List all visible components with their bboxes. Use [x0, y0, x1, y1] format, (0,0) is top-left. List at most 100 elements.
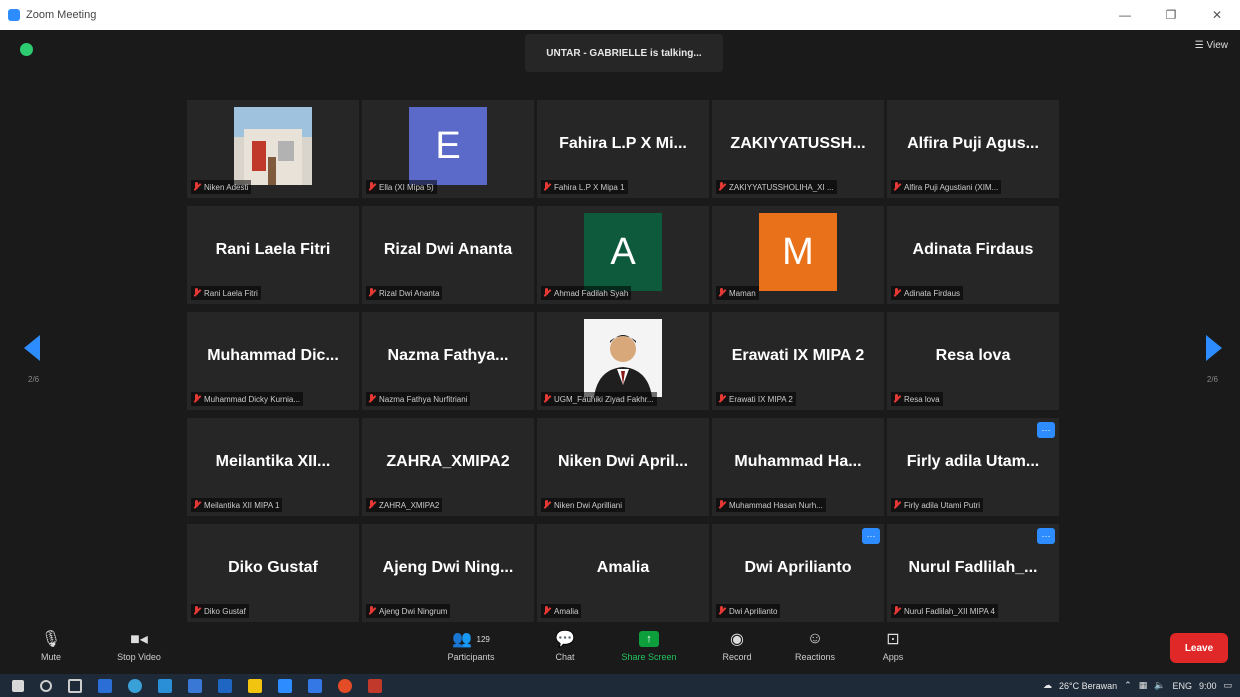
participant-tile[interactable]: Muhammad Ha... Muhammad Hasan Nurh... [712, 418, 884, 516]
speaker-icon[interactable]: 🔈 [1154, 680, 1165, 691]
share-screen-label: Share Screen [621, 652, 677, 662]
muted-microphone-icon [893, 394, 900, 404]
participant-tile[interactable]: Nurul Fadlilah_... ··· Nurul Fadlilah_XII … [887, 524, 1059, 622]
muted-microphone-icon [368, 606, 375, 616]
more-options-icon[interactable]: ··· [1037, 528, 1055, 544]
download-app-icon[interactable] [158, 678, 172, 693]
participant-tile[interactable]: Rani Laela Fitri Rani Laela Fitri [187, 206, 359, 304]
participant-tile[interactable]: Dwi Aprilianto ··· Dwi Aprilianto [712, 524, 884, 622]
participant-name-text: UGM_Fauhiki Ziyad Fakhr... [554, 394, 654, 404]
record-button[interactable]: ◉ Record [700, 626, 774, 670]
participant-name-label: Ahmad Fadilah Syah [541, 286, 632, 300]
tray-chevron-icon[interactable]: ⌃ [1124, 680, 1132, 691]
chrome-browser-icon[interactable] [338, 678, 352, 693]
participant-name-text: Dwi Aprilianto [729, 606, 778, 616]
view-button[interactable]: ☰ View [1195, 40, 1228, 51]
avatar: E [409, 107, 487, 185]
participant-tile[interactable]: ZAKIYYATUSSH... ZAKIYYATUSSHOLIHA_XI ... [712, 100, 884, 198]
file-explorer-icon[interactable] [248, 678, 262, 693]
language-indicator[interactable]: ENG [1172, 681, 1192, 691]
participant-display-name: Muhammad Dic... [207, 347, 339, 364]
weather-text[interactable]: 26°C Berawan [1059, 681, 1117, 691]
participant-tile[interactable]: Nazma Fathya... Nazma Fathya Nurfitriani [362, 312, 534, 410]
participant-name-text: Niken Dwi Aprilliani [554, 500, 623, 510]
share-screen-button[interactable]: ↑ Share Screen [612, 626, 686, 670]
participant-name-text: Alfira Puji Agustiani (XIM... [904, 182, 999, 192]
participant-name-label: UGM_Fauhiki Ziyad Fakhr... [541, 392, 657, 406]
participant-display-name: Erawati IX MIPA 2 [731, 347, 865, 364]
participant-name-label: Resa lova [891, 392, 943, 406]
task-view-icon[interactable] [68, 678, 82, 693]
participant-name-label: Rani Laela Fitri [191, 286, 261, 300]
participants-count: 129 [476, 634, 490, 644]
more-options-icon[interactable]: ··· [862, 528, 880, 544]
profile-photo-portrait [584, 319, 662, 397]
photos-app-icon[interactable] [308, 678, 322, 693]
window-titlebar: Zoom Meeting — ❐ ✕ [0, 0, 1240, 30]
word-app-icon[interactable] [98, 678, 112, 693]
participant-tile[interactable]: Fahira L.P X Mi... Fahira L.P X Mipa 1 [537, 100, 709, 198]
avatar: A [584, 213, 662, 291]
participant-tile[interactable]: Amalia Amalia [537, 524, 709, 622]
participant-tile[interactable]: ZAHRA_XMIPA2 ZAHRA_XMIPA2 [362, 418, 534, 516]
muted-microphone-icon [893, 500, 900, 510]
participants-button[interactable]: 👥 129 Participants [426, 626, 516, 670]
restore-button[interactable]: ❐ [1148, 0, 1194, 30]
participant-name-text: Nurul Fadlilah_XII MIPA 4 [904, 606, 996, 616]
store-app-icon[interactable] [218, 678, 232, 693]
participant-tile[interactable]: Ajeng Dwi Ning... Ajeng Dwi Ningrum [362, 524, 534, 622]
participant-tile[interactable]: UGM_Fauhiki Ziyad Fakhr... [537, 312, 709, 410]
participant-display-name: Muhammad Ha... [734, 453, 862, 470]
record-label: Record [722, 652, 752, 662]
participant-tile[interactable]: Erawati IX MIPA 2 Erawati IX MIPA 2 [712, 312, 884, 410]
minimize-button[interactable]: — [1102, 0, 1148, 30]
participant-display-name: Dwi Aprilianto [744, 559, 852, 576]
participant-tile[interactable]: E Ella (XI Mipa 5) [362, 100, 534, 198]
participant-tile[interactable]: Resa lova Resa lova [887, 312, 1059, 410]
participant-display-name: Diko Gustaf [228, 559, 318, 576]
chat-button[interactable]: 💬 Chat [528, 626, 602, 670]
participant-tile[interactable]: Muhammad Dic... Muhammad Dicky Kurnia... [187, 312, 359, 410]
previous-page-arrow-icon[interactable] [24, 335, 40, 361]
participant-name-text: Erawati IX MIPA 2 [729, 394, 793, 404]
participant-tile[interactable]: Diko Gustaf Diko Gustaf [187, 524, 359, 622]
apps-button[interactable]: ⊡ Apps [856, 626, 930, 670]
participant-name-text: Maman [729, 288, 756, 298]
edge-browser-icon[interactable] [128, 678, 142, 693]
profile-photo-house [234, 107, 312, 185]
reactions-button[interactable]: ☺ Reactions [778, 626, 852, 670]
leave-button[interactable]: Leave [1170, 633, 1228, 663]
participant-tile[interactable]: A Ahmad Fadilah Syah [537, 206, 709, 304]
next-page-arrow-icon[interactable] [1206, 335, 1222, 361]
search-icon[interactable] [40, 679, 52, 692]
more-options-icon[interactable]: ··· [1037, 422, 1055, 438]
zoom-taskbar-icon[interactable] [278, 678, 292, 693]
security-shield-icon[interactable] [20, 43, 33, 56]
notification-icon[interactable]: ▭ [1223, 680, 1232, 691]
reactions-emoji-icon: ☺ [806, 630, 824, 647]
app-taskbar-icon[interactable] [368, 678, 382, 693]
muted-microphone-icon [718, 288, 725, 298]
network-icon[interactable]: ▦ [1139, 680, 1148, 691]
mute-button[interactable]: 🎙 Mute [14, 626, 88, 670]
muted-microphone-icon [893, 606, 900, 616]
stop-video-button[interactable]: ■◂ Stop Video [102, 626, 176, 670]
participant-display-name: ZAHRA_XMIPA2 [386, 453, 510, 470]
mail-app-icon[interactable] [188, 678, 202, 693]
participant-tile[interactable]: Rizal Dwi Ananta Rizal Dwi Ananta [362, 206, 534, 304]
participant-name-label: ZAHRA_XMIPA2 [366, 498, 443, 512]
participant-tile[interactable]: Meilantika XII... Meilantika XII MIPA 1 [187, 418, 359, 516]
clock[interactable]: 9:00 [1199, 681, 1217, 691]
participant-tile[interactable]: Niken Adesti [187, 100, 359, 198]
participant-tile[interactable]: M Maman [712, 206, 884, 304]
participant-display-name: Niken Dwi April... [557, 453, 689, 470]
participant-tile[interactable]: Alfira Puji Agus... Alfira Puji Agustiani… [887, 100, 1059, 198]
participant-tile[interactable]: Adinata Firdaus Adinata Firdaus [887, 206, 1059, 304]
participant-name-label: Dwi Aprilianto [716, 604, 781, 618]
participant-tile[interactable]: Firly adila Utam... ··· Firly adila Utami … [887, 418, 1059, 516]
participant-tile[interactable]: Niken Dwi April... Niken Dwi Aprilliani [537, 418, 709, 516]
participant-name-label: Nazma Fathya Nurfitriani [366, 392, 471, 406]
close-button[interactable]: ✕ [1194, 0, 1240, 30]
windows-start-icon[interactable] [12, 679, 24, 692]
muted-microphone-icon [718, 500, 725, 510]
